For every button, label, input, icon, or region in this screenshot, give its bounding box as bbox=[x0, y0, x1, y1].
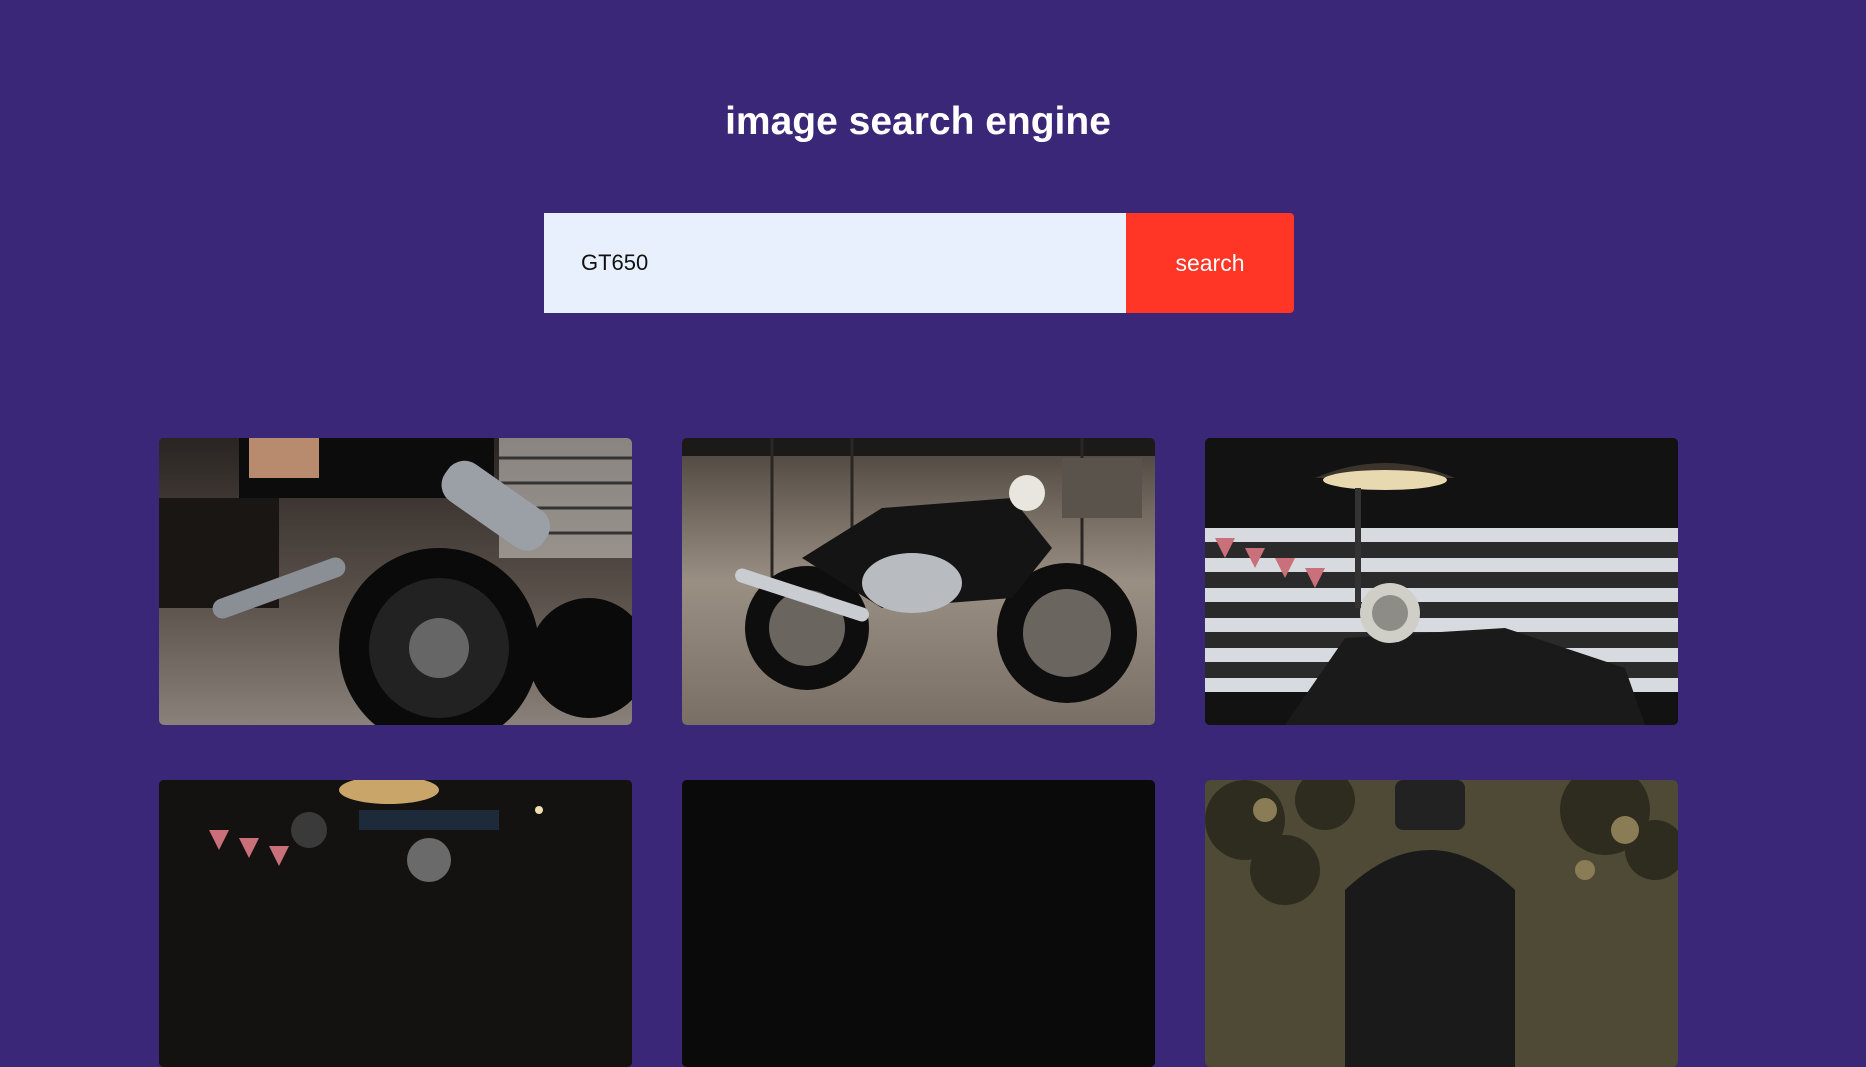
result-image-3[interactable] bbox=[1205, 438, 1678, 725]
search-input[interactable] bbox=[544, 213, 1126, 313]
result-image-2[interactable] bbox=[682, 438, 1155, 725]
page-title: image search engine bbox=[725, 100, 1111, 143]
result-image-5[interactable] bbox=[682, 780, 1155, 1067]
search-form: search bbox=[544, 213, 1294, 313]
result-image-6[interactable] bbox=[1205, 780, 1678, 1067]
search-button[interactable]: search bbox=[1126, 213, 1294, 313]
result-image-1[interactable] bbox=[159, 438, 632, 725]
result-image-4[interactable] bbox=[159, 780, 632, 1067]
